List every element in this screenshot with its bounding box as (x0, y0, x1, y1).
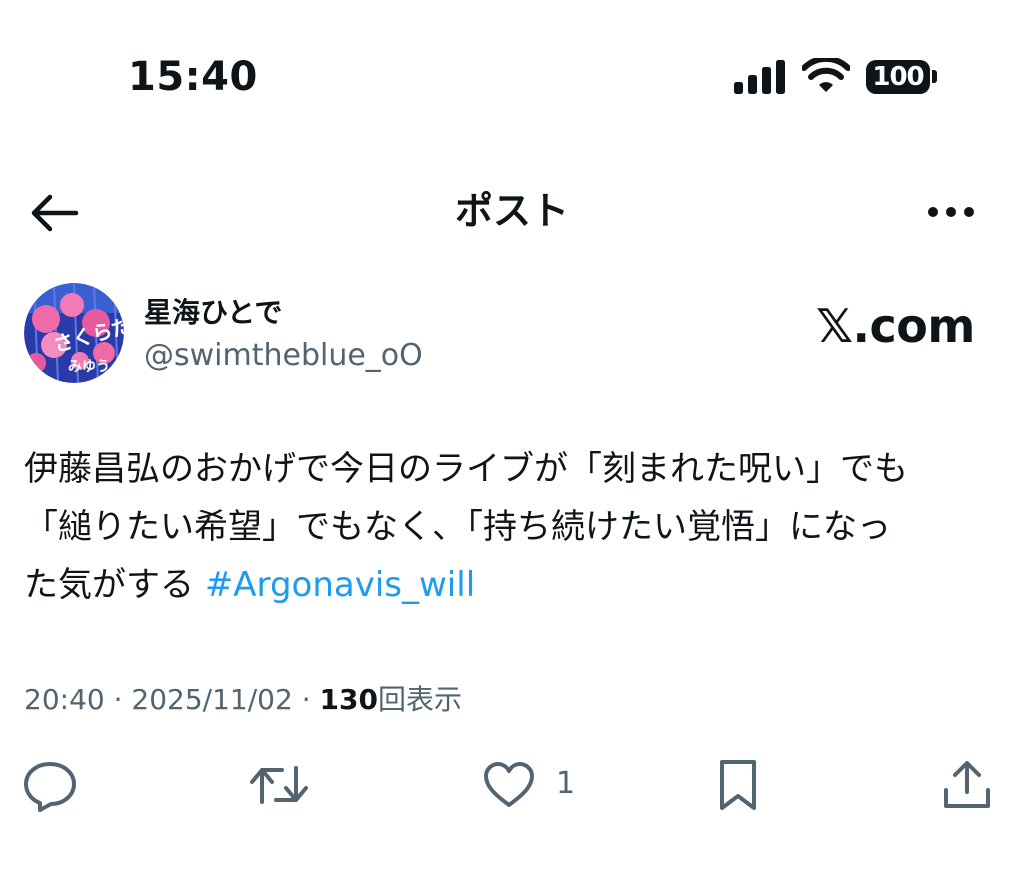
wifi-icon (802, 58, 850, 92)
meta-separator: · (113, 683, 123, 716)
post-text-fragment: た気がする (24, 565, 205, 605)
views-count: 130 (319, 683, 378, 716)
signal-icon (734, 60, 785, 94)
post-time: 20:40 (24, 683, 105, 716)
repost-button[interactable] (248, 758, 310, 812)
heart-icon (484, 762, 534, 807)
hashtag-link[interactable]: #Argonavis_will (205, 565, 475, 605)
bookmark-icon (720, 760, 756, 810)
post-text-line: た気がする #Argonavis_will (24, 556, 1000, 614)
author-handle[interactable]: @swimtheblue_oO (144, 336, 423, 376)
reply-button[interactable] (22, 758, 78, 812)
like-button[interactable]: 1 (482, 758, 582, 812)
like-count: 1 (556, 766, 576, 801)
battery-icon: 100 (866, 60, 930, 94)
views-label: 回表示 (377, 683, 462, 716)
reply-icon (24, 762, 76, 812)
post-text-line: 伊藤昌弘のおかげで今日のライブが「刻まれた呪い」でも (24, 449, 908, 489)
share-icon (944, 761, 990, 808)
post-date: 2025/11/02 (131, 683, 293, 716)
status-time: 15:40 (128, 54, 258, 100)
repost-icon (250, 766, 308, 804)
author-name[interactable]: 星海ひとで (144, 294, 282, 332)
x-com-logo: 𝕏.com (816, 299, 975, 353)
avatar[interactable]: さくらだ みゆう (24, 283, 124, 383)
more-horizontal-icon[interactable] (926, 200, 976, 224)
svg-text:みゆう: みゆう (68, 359, 110, 375)
battery-nub (932, 70, 937, 83)
post-text: 伊藤昌弘のおかげで今日のライブが「刻まれた呪い」でも 「縋りたい希望」でもなく、… (24, 440, 1000, 614)
bookmark-button[interactable] (714, 758, 762, 812)
page-title: ポスト (454, 189, 569, 233)
post-meta: 20:40 · 2025/11/02 · 130回表示 (24, 680, 462, 720)
meta-separator: · (301, 683, 311, 716)
post-text-line: 「縋りたい希望」でもなく、「持ち続けたい覚悟」になっ (24, 507, 891, 547)
share-button[interactable] (940, 758, 994, 812)
